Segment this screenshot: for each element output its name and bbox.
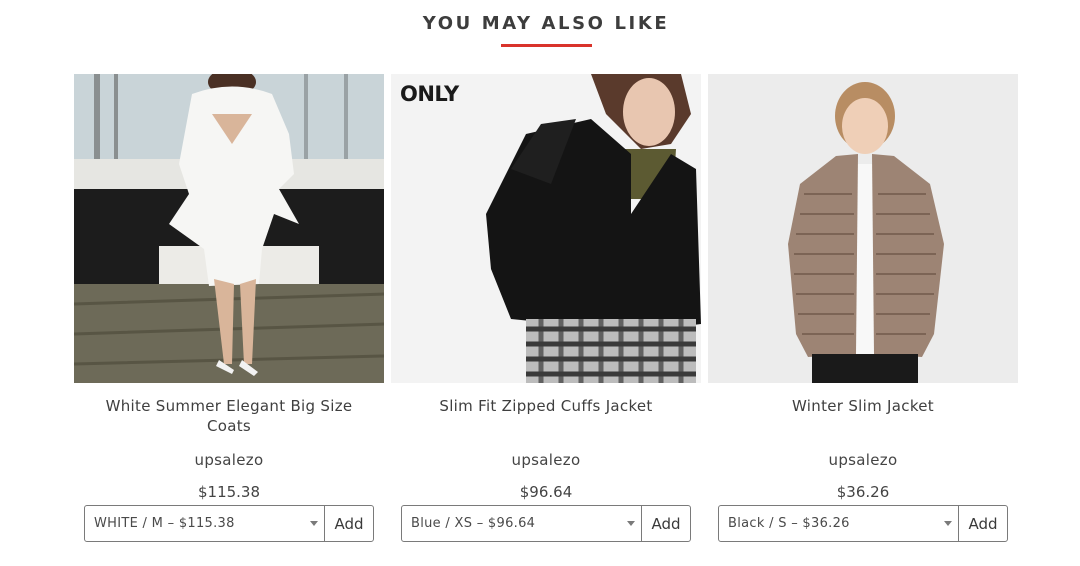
product-card: White Summer Elegant Big Size Coats upsa… bbox=[74, 74, 384, 542]
add-button[interactable]: Add bbox=[959, 506, 1007, 541]
product-vendor: upsalezo bbox=[828, 451, 898, 469]
product-vendor: upsalezo bbox=[511, 451, 581, 469]
product-card: Winter Slim Jacket upsalezo $36.26 Black… bbox=[708, 74, 1018, 542]
add-button[interactable]: Add bbox=[325, 506, 373, 541]
add-to-cart-form: Blue / XS – $96.64 Add bbox=[401, 505, 691, 542]
product-price: $96.64 bbox=[519, 483, 573, 501]
section-title: YOU MAY ALSO LIKE bbox=[422, 13, 670, 34]
product-vendor: upsalezo bbox=[194, 451, 264, 469]
variant-select[interactable]: WHITE / M – $115.38 bbox=[85, 506, 325, 541]
product-image[interactable]: ONLY bbox=[391, 74, 701, 383]
product-name[interactable]: Slim Fit Zipped Cuffs Jacket bbox=[391, 396, 701, 436]
brand-logo: ONLY bbox=[400, 82, 459, 106]
title-underline bbox=[501, 44, 592, 47]
product-price: $115.38 bbox=[197, 483, 261, 501]
chevron-down-icon bbox=[627, 521, 635, 526]
product-name[interactable]: Winter Slim Jacket bbox=[708, 396, 1018, 436]
product-image[interactable] bbox=[74, 74, 384, 383]
chevron-down-icon bbox=[310, 521, 318, 526]
add-to-cart-form: Black / S – $36.26 Add bbox=[718, 505, 1008, 542]
product-card: ONLY Slim Fit Zipped Cuffs Jacket upsale… bbox=[391, 74, 701, 542]
variant-select[interactable]: Black / S – $36.26 bbox=[719, 506, 959, 541]
product-name[interactable]: White Summer Elegant Big Size Coats bbox=[74, 396, 384, 436]
variant-select-value: Blue / XS – $96.64 bbox=[411, 516, 536, 531]
product-image[interactable] bbox=[708, 74, 1018, 383]
product-price: $36.26 bbox=[836, 483, 890, 501]
chevron-down-icon bbox=[944, 521, 952, 526]
variant-select[interactable]: Blue / XS – $96.64 bbox=[402, 506, 642, 541]
variant-select-value: Black / S – $36.26 bbox=[728, 516, 850, 531]
add-to-cart-form: WHITE / M – $115.38 Add bbox=[84, 505, 374, 542]
add-button[interactable]: Add bbox=[642, 506, 690, 541]
variant-select-value: WHITE / M – $115.38 bbox=[94, 516, 235, 531]
